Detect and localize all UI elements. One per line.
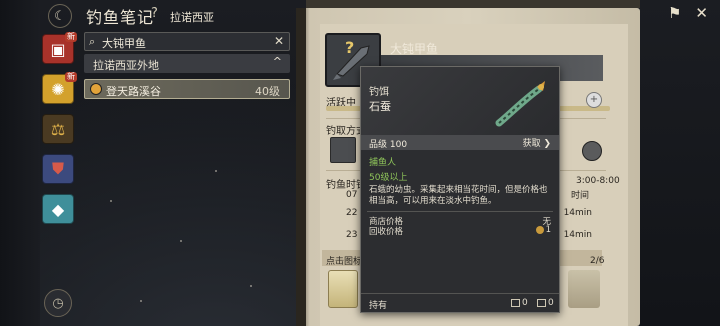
star-decoration bbox=[180, 240, 182, 242]
tooltip-get-button[interactable]: 获取 ❯ bbox=[523, 136, 551, 149]
spot-label: 登天路溪谷 bbox=[106, 85, 161, 98]
search-icon: ⌕ bbox=[89, 35, 96, 48]
coin-icon bbox=[535, 225, 544, 234]
own-home-count: 0 bbox=[522, 298, 528, 308]
fish-book-icon: ▣ bbox=[50, 39, 66, 59]
divider bbox=[367, 211, 553, 212]
left-rail bbox=[0, 0, 40, 326]
rail-crystal-button[interactable]: ◆ bbox=[42, 194, 74, 224]
tooltip-item-name: 石蚕 bbox=[369, 100, 391, 113]
method-bait-icon[interactable] bbox=[330, 137, 356, 163]
rail-armor-button[interactable]: ⛊ bbox=[42, 154, 74, 184]
region-group-label: 拉诺西亚外地 bbox=[93, 59, 159, 72]
spot-icon bbox=[90, 83, 102, 95]
help-button[interactable]: ? bbox=[151, 6, 158, 21]
star-decoration bbox=[110, 200, 112, 202]
journal-logo-icon[interactable]: ☾ bbox=[48, 4, 72, 28]
tooltip-role: 捕鱼人 bbox=[369, 158, 397, 168]
next-button[interactable] bbox=[568, 270, 600, 308]
hint-text: 点击图标 bbox=[326, 257, 363, 267]
settings-round-button[interactable]: ◷ bbox=[44, 289, 72, 317]
time-row-left: 22 bbox=[346, 208, 358, 218]
time-row-right: 14min bbox=[563, 230, 592, 240]
book-top-edge bbox=[306, 0, 640, 8]
rail-scales-button[interactable]: ⚖ bbox=[42, 114, 74, 144]
time-range: 3:00-8:00 bbox=[576, 176, 620, 186]
crystal-icon: ◆ bbox=[51, 199, 65, 219]
tooltip-footer bbox=[361, 293, 559, 312]
scales-icon: ⚖ bbox=[50, 119, 66, 139]
tooltip-own-label: 持有 bbox=[369, 301, 388, 311]
rail-fish-book-button[interactable]: ▣ 新 bbox=[42, 32, 77, 64]
fishing-action-button[interactable] bbox=[328, 270, 358, 308]
clear-icon[interactable]: ✕ bbox=[274, 34, 284, 48]
chevron-up-icon: ^ bbox=[272, 55, 282, 68]
time-row-left: 23 bbox=[346, 230, 358, 240]
page-title: 钓鱼笔记 bbox=[86, 8, 155, 27]
unknown-mark: ? bbox=[345, 38, 355, 57]
tooltip-description: 石蛾的幼虫。采集起来相当花时间，但是价格也相当高，可以用来在淡水中钓鱼。 bbox=[369, 185, 548, 206]
armor-icon: ⛊ bbox=[51, 159, 64, 178]
book-spine bbox=[296, 8, 306, 326]
hook-icon[interactable] bbox=[582, 141, 602, 161]
tooltip-own-bag: 0 bbox=[537, 298, 554, 308]
clock-icon: ◷ bbox=[52, 295, 64, 311]
tooltip-recycle-label: 回收价格 bbox=[369, 227, 404, 237]
recycle-amount: 1 bbox=[545, 225, 551, 235]
house-icon bbox=[511, 298, 520, 307]
region-group-header[interactable]: 拉诺西亚外地 ^ bbox=[84, 54, 290, 73]
time-row-left: 07 bbox=[346, 190, 358, 200]
star-decoration bbox=[215, 170, 217, 172]
bag-icon bbox=[537, 298, 546, 307]
star-decoration bbox=[250, 285, 252, 287]
tooltip-level: 50级以上 bbox=[369, 173, 408, 183]
tooltip-grade: 品级 100 bbox=[369, 140, 408, 150]
new-badge: 新 bbox=[65, 32, 77, 42]
search-value: 大钝甲鱼 bbox=[102, 37, 146, 50]
region-label: 拉诺西亚 bbox=[170, 11, 214, 24]
close-icon[interactable]: ✕ bbox=[695, 4, 708, 22]
item-tooltip: 钓饵 石蚕 品级 100 获取 ❯ 捕鱼人 50级以上 石蛾的幼虫。采集起来相当… bbox=[360, 66, 560, 313]
page-number: 2/6 bbox=[590, 256, 605, 266]
new-badge: 新 bbox=[65, 72, 77, 82]
time-row-right: 14min bbox=[563, 208, 592, 218]
fish-name: 大钝甲鱼 bbox=[390, 42, 439, 56]
rail-sun-medal-button[interactable]: ✺ 新 bbox=[42, 72, 77, 104]
bookmark-icon[interactable]: ⚑ bbox=[668, 4, 681, 22]
fishing-spot-item[interactable]: 登天路溪谷 40级 bbox=[84, 79, 290, 99]
search-input[interactable]: ⌕ 大钝甲鱼 ✕ bbox=[84, 32, 290, 51]
tooltip-own-home: 0 bbox=[511, 298, 528, 308]
own-bag-count: 0 bbox=[548, 298, 554, 308]
tooltip-category: 钓饵 bbox=[369, 87, 389, 98]
sun-medal-icon: ✺ bbox=[51, 79, 65, 99]
tooltip-recycle-value: 1 bbox=[535, 225, 551, 235]
top-right-toolbar: ⚑ ✕ bbox=[668, 4, 708, 22]
spot-level: 40级 bbox=[255, 85, 280, 98]
caddisfly-larva-icon bbox=[495, 81, 545, 127]
star-decoration bbox=[140, 300, 142, 302]
plus-icon[interactable]: + bbox=[586, 92, 602, 108]
